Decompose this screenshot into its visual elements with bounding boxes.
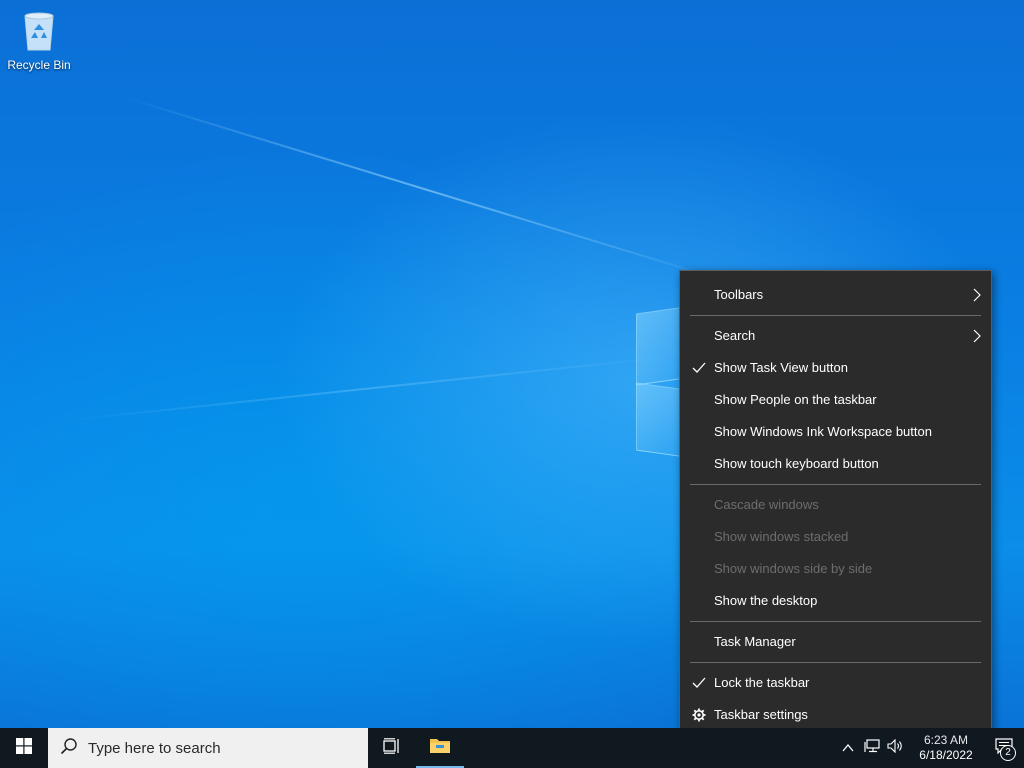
menu-item-cascade-windows: Cascade windows [680,489,991,521]
menu-item-label: Show windows side by side [714,561,873,576]
wallpaper-light-beam [119,95,733,285]
checkmark-icon [691,352,707,384]
menu-item-label: Cascade windows [714,497,819,512]
chevron-right-icon [973,320,981,352]
search-icon [60,737,78,759]
task-view-icon [383,737,401,759]
desktop-icon-label: Recycle Bin [7,58,71,72]
chevron-up-icon [842,739,854,757]
menu-separator [690,315,981,316]
menu-item-toolbars[interactable]: Toolbars [680,279,991,311]
menu-item-show-people[interactable]: Show People on the taskbar [680,384,991,416]
menu-item-lock-the-taskbar[interactable]: Lock the taskbar [680,667,991,699]
menu-item-label: Task Manager [714,634,796,649]
gear-icon [691,699,707,731]
menu-item-label: Toolbars [714,287,764,302]
menu-separator [690,662,981,663]
file-explorer-icon [429,736,451,759]
notification-count-badge: 2 [1000,745,1016,761]
menu-item-show-the-desktop[interactable]: Show the desktop [680,585,991,617]
windows-start-icon [16,737,32,759]
menu-item-label: Show the desktop [714,593,818,608]
menu-item-label: Show Windows Ink Workspace button [714,424,932,439]
taskbar-clock[interactable]: 6:23 AM 6/18/2022 [908,733,984,763]
show-hidden-icons-button[interactable] [836,728,860,768]
menu-item-label: Show windows stacked [714,529,849,544]
menu-item-taskbar-settings[interactable]: Taskbar settings [680,699,991,731]
menu-item-task-manager[interactable]: Task Manager [680,626,991,658]
menu-item-label: Search [714,328,756,343]
menu-item-show-windows-side-by-side: Show windows side by side [680,553,991,585]
recycle-bin-icon [17,8,61,54]
start-button[interactable] [0,728,48,768]
menu-item-show-touch-keyboard[interactable]: Show touch keyboard button [680,448,991,480]
menu-item-show-windows-stacked: Show windows stacked [680,521,991,553]
volume-button[interactable] [884,728,908,768]
clock-time: 6:23 AM [923,733,969,747]
menu-item-label: Show touch keyboard button [714,456,879,471]
taskbar-context-menu: Toolbars Search Show Task View button Sh… [679,270,992,740]
action-center-button[interactable]: 2 [984,728,1024,768]
menu-separator [690,484,981,485]
network-button[interactable] [860,728,884,768]
checkmark-icon [691,667,707,699]
chevron-right-icon [973,279,981,311]
menu-item-label: Taskbar settings [714,707,808,722]
clock-date: 6/18/2022 [919,748,973,762]
menu-item-search[interactable]: Search [680,320,991,352]
task-view-button[interactable] [368,728,416,768]
menu-item-label: Show Task View button [714,360,848,375]
system-tray: 6:23 AM 6/18/2022 2 [836,728,1024,768]
menu-item-show-task-view-button[interactable]: Show Task View button [680,352,991,384]
menu-item-label: Lock the taskbar [714,675,810,690]
volume-icon [887,738,905,758]
network-icon [864,738,880,758]
desktop-icon-recycle-bin[interactable]: Recycle Bin [1,8,77,72]
taskbar[interactable]: Type here to search 6:23 AM 6/18/2022 2 [0,728,1024,768]
menu-item-show-ink-workspace[interactable]: Show Windows Ink Workspace button [680,416,991,448]
menu-item-label: Show People on the taskbar [714,392,877,407]
search-placeholder: Type here to search [88,739,221,757]
wallpaper-light-beam [59,355,677,422]
menu-separator [690,621,981,622]
file-explorer-button[interactable] [416,728,464,768]
taskbar-search-box[interactable]: Type here to search [48,728,368,768]
